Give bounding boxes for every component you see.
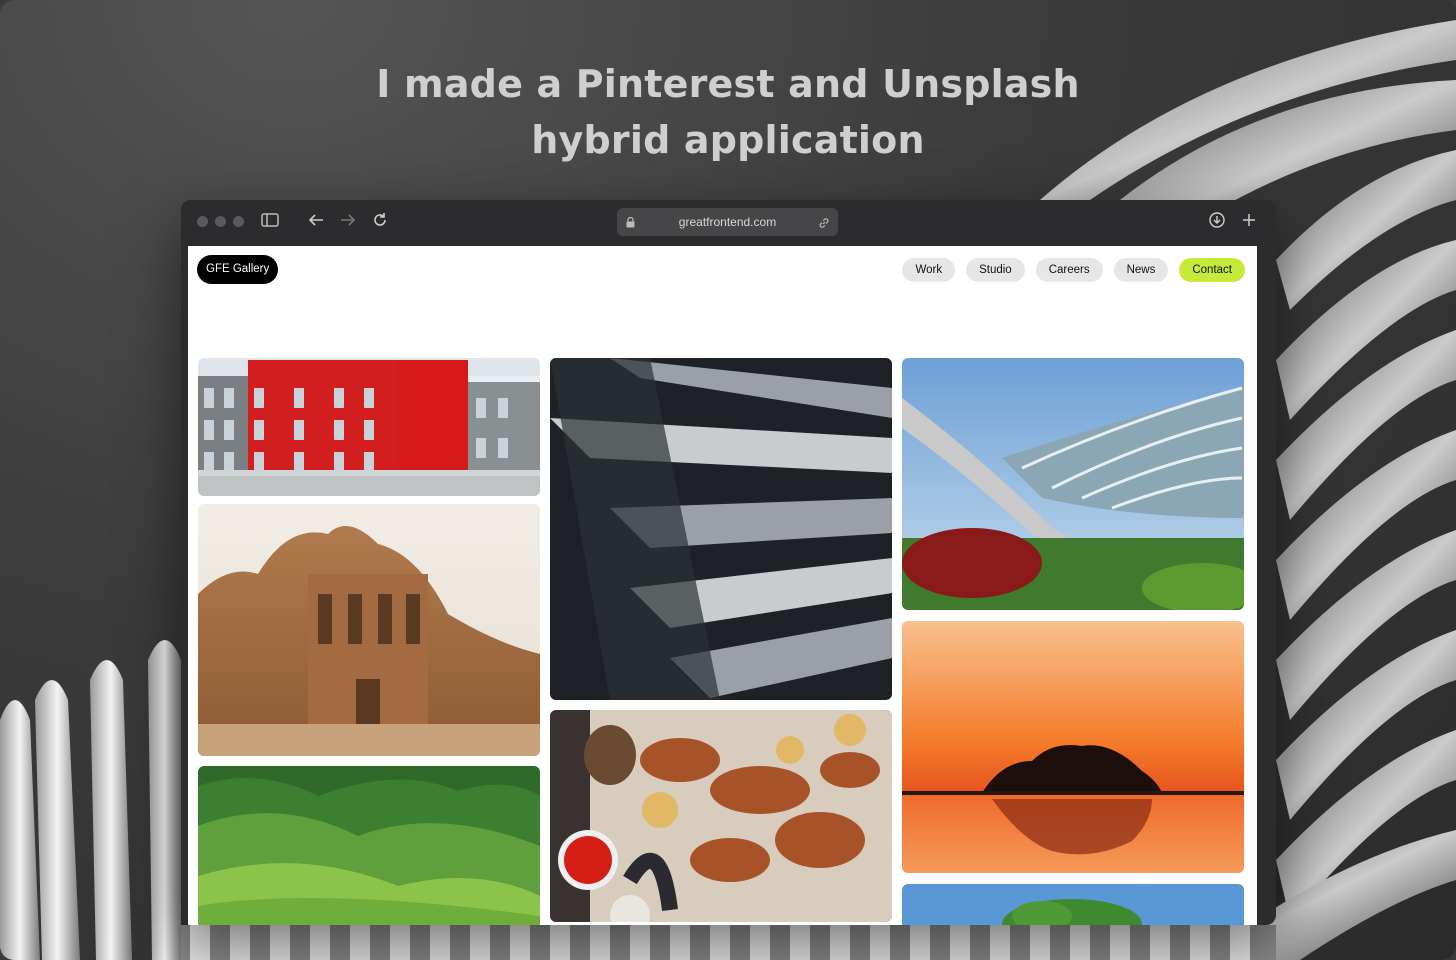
headline-line-2: hybrid application — [531, 118, 925, 162]
sidebar-icon[interactable] — [259, 212, 281, 234]
back-arrow-icon[interactable] — [305, 212, 327, 234]
gallery-image[interactable] — [902, 358, 1244, 610]
zoom-window-button[interactable] — [233, 216, 244, 227]
new-tab-plus-icon[interactable] — [1238, 212, 1260, 234]
nav-careers[interactable]: Careers — [1035, 258, 1103, 282]
address-bar[interactable]: greatfrontend.com — [617, 208, 838, 236]
site-nav: Work Studio Careers News Contact — [902, 258, 1245, 282]
gallery-image[interactable] — [550, 710, 892, 922]
lock-icon — [626, 208, 635, 236]
gallery-image[interactable] — [550, 358, 892, 700]
gallery-image[interactable] — [902, 884, 1244, 925]
window-controls — [197, 216, 244, 227]
web-page: GFE Gallery Work Studio Careers News Con… — [188, 246, 1257, 925]
link-icon[interactable] — [818, 208, 830, 236]
browser-toolbar: greatfrontend.com — [181, 200, 1276, 246]
nav-studio[interactable]: Studio — [966, 258, 1025, 282]
gallery-image[interactable] — [198, 766, 540, 925]
gallery-image[interactable] — [198, 358, 540, 496]
close-window-button[interactable] — [197, 216, 208, 227]
nav-news[interactable]: News — [1113, 258, 1169, 282]
url-text: greatfrontend.com — [678, 215, 777, 229]
nav-contact[interactable]: Contact — [1179, 258, 1245, 282]
minimize-window-button[interactable] — [215, 216, 226, 227]
reload-icon[interactable] — [369, 212, 391, 234]
headline: I made a Pinterest and Unsplash hybrid a… — [0, 56, 1456, 168]
gallery-image[interactable] — [198, 504, 540, 756]
download-icon[interactable] — [1206, 212, 1228, 234]
browser-window: greatfrontend.com GFE Gallery Work Studi… — [181, 200, 1276, 925]
nav-work[interactable]: Work — [902, 258, 956, 282]
forward-arrow-icon[interactable] — [337, 212, 359, 234]
headline-line-1: I made a Pinterest and Unsplash — [376, 62, 1080, 106]
site-logo[interactable]: GFE Gallery — [197, 255, 279, 284]
gallery-image[interactable] — [902, 621, 1244, 873]
